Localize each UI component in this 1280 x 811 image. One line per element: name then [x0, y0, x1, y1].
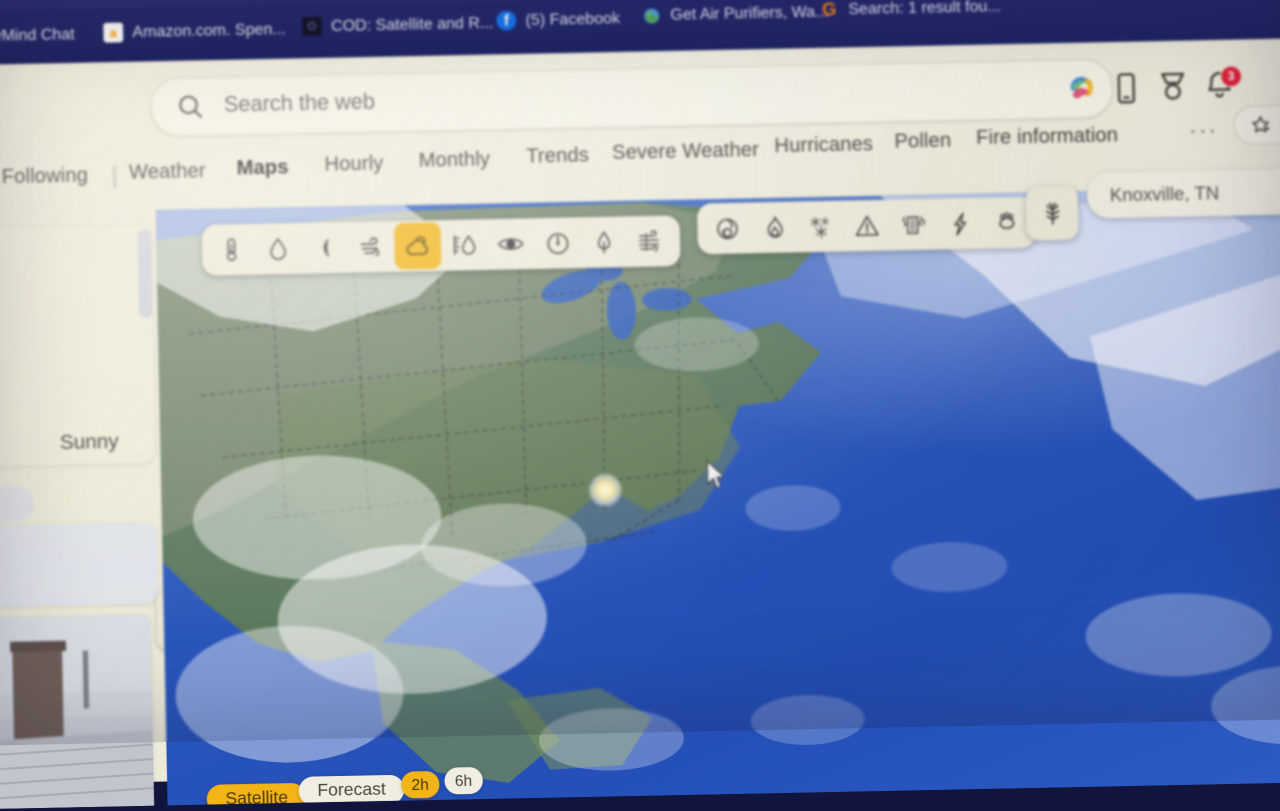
bookmark-label: COD: Satellite and R...	[331, 14, 494, 36]
layer-visibility-button[interactable]	[487, 220, 535, 268]
alerts-warning-icon	[853, 212, 880, 239]
wildfire-icon	[760, 214, 787, 241]
nav-divider	[113, 166, 115, 189]
mouse-cursor	[705, 460, 728, 492]
sidebar-scrollbar[interactable]	[137, 229, 152, 318]
amazon-icon: a	[103, 23, 123, 43]
map-cloud-layer	[156, 186, 1280, 805]
layer-wildfire-button[interactable]	[750, 204, 798, 252]
heat-buildings-icon	[899, 211, 927, 237]
recommendation-photo-card[interactable]	[0, 614, 154, 810]
bookmark-elevatethymind[interactable]: ElevateThyMind Chat	[0, 26, 75, 48]
bookmark-facebook[interactable]: f (5) Facebook	[496, 8, 620, 30]
cloud-icon	[403, 232, 432, 261]
tab-pollen[interactable]: Pollen	[894, 129, 951, 154]
layer-dew-point-button[interactable]	[580, 218, 628, 266]
layer-cloud-button[interactable]	[394, 222, 442, 270]
location-search-input[interactable]: Knoxville, TN	[1087, 166, 1280, 219]
radar-icon	[311, 235, 337, 261]
cod-icon	[302, 16, 322, 36]
temperature-icon	[218, 236, 244, 262]
tab-severe-weather[interactable]: Severe Weather	[612, 138, 759, 165]
layer-wind-button[interactable]	[347, 223, 395, 271]
time-2h-button[interactable]: 2h	[401, 771, 440, 799]
time-6h-button[interactable]: 6h	[444, 767, 483, 795]
air-quality-icon	[636, 228, 664, 254]
star-pencil-icon	[1249, 113, 1272, 136]
tab-maps[interactable]: Maps	[236, 156, 288, 181]
map-layer-toolbar-primary	[201, 215, 680, 275]
facebook-icon: f	[496, 11, 516, 31]
layer-allergy-button[interactable]	[983, 199, 1031, 247]
layer-air-quality-button[interactable]	[627, 218, 675, 266]
personalize-button[interactable]: P	[1233, 103, 1280, 145]
tree-pollen-icon	[1038, 199, 1067, 228]
tab-fire-information[interactable]: Fire information	[976, 124, 1118, 151]
layer-lightning-button[interactable]	[936, 200, 984, 248]
tab-hurricanes[interactable]: Hurricanes	[774, 133, 873, 159]
recommendations-header: ndations	[0, 523, 158, 610]
bookmark-label: Get Air Purifiers, Wa...	[670, 3, 828, 25]
weather-map[interactable]: Satellite Forecast 2h 6h	[156, 186, 1280, 805]
layer-radar-button[interactable]	[301, 224, 349, 272]
layer-temperature-button[interactable]	[208, 226, 256, 274]
tab-trends[interactable]: Trends	[526, 144, 589, 169]
pressure-gauge-icon	[544, 229, 571, 256]
search-icon	[176, 92, 205, 121]
address-bar-text: n.com/en-us/weather/maps/cloud/in-Knoxvi…	[0, 0, 474, 1]
layer-snow-button[interactable]	[796, 203, 844, 251]
tab-monthly[interactable]: Monthly	[418, 148, 490, 173]
tab-following[interactable]: Following	[2, 164, 89, 190]
rewards-icon[interactable]	[1155, 69, 1191, 105]
tab-weather[interactable]: Weather	[129, 160, 206, 185]
bookmark-label: ElevateThyMind Chat	[0, 26, 75, 48]
hurricane-icon	[713, 215, 740, 242]
notification-badge: 3	[1220, 65, 1242, 87]
dew-point-icon	[591, 229, 617, 255]
bookmark-label: Search: 1 result fou...	[848, 0, 1001, 19]
layer-pressure-button[interactable]	[534, 219, 582, 267]
bookmark-amazon[interactable]: a Amazon.com. Spen...	[103, 19, 286, 42]
condition-label: Sunny	[60, 431, 119, 456]
bookmark-cod[interactable]: COD: Satellite and R...	[302, 13, 494, 36]
forecast-toggle-button[interactable]: Forecast	[298, 775, 404, 806]
tree-pollen-layer-button[interactable]	[1026, 186, 1079, 241]
weather-sidebar: Sunny ll forecast ndations	[0, 210, 171, 810]
layer-humidity-button[interactable]	[254, 225, 302, 273]
bookmark-label: Amazon.com. Spen...	[132, 20, 286, 42]
bookmark-search-result[interactable]: G Search: 1 result fou...	[819, 0, 1001, 20]
location-search-value: Knoxville, TN	[1110, 182, 1220, 206]
layer-precipitation-button[interactable]	[441, 221, 489, 269]
visibility-eye-icon	[497, 231, 525, 257]
grammarly-icon: G	[819, 0, 839, 20]
layer-alerts-button[interactable]	[843, 202, 891, 250]
weather-page: Search the web 3	[0, 33, 1280, 786]
allergy-icon	[993, 209, 1020, 236]
see-full-forecast-button[interactable]: ll forecast	[0, 486, 35, 525]
search-placeholder: Search the web	[224, 90, 376, 118]
tab-hourly[interactable]: Hourly	[324, 152, 383, 177]
humidity-droplet-icon	[265, 236, 291, 262]
wind-icon	[357, 233, 384, 260]
snow-icon	[806, 213, 833, 240]
layer-hurricane-button[interactable]	[703, 205, 751, 253]
current-conditions-card[interactable]: Sunny	[0, 225, 156, 469]
layer-heat-buildings-button[interactable]	[889, 201, 937, 249]
notifications-button[interactable]: 3	[1201, 69, 1237, 105]
mobile-icon[interactable]	[1108, 70, 1144, 106]
nav-overflow-button[interactable]: ···	[1189, 117, 1218, 144]
precipitation-gauge-icon	[450, 232, 478, 258]
bookmark-label: (5) Facebook	[525, 9, 620, 30]
copilot-icon[interactable]	[1063, 69, 1101, 107]
roof-photo	[0, 614, 154, 810]
bookmark-air-purifiers[interactable]: Get Air Purifiers, Wa...	[641, 2, 828, 25]
globe-icon	[641, 6, 661, 26]
map-layer-toolbar-secondary	[697, 197, 1036, 254]
satellite-toggle-button[interactable]: Satellite	[206, 783, 306, 805]
lightning-icon	[946, 210, 973, 237]
